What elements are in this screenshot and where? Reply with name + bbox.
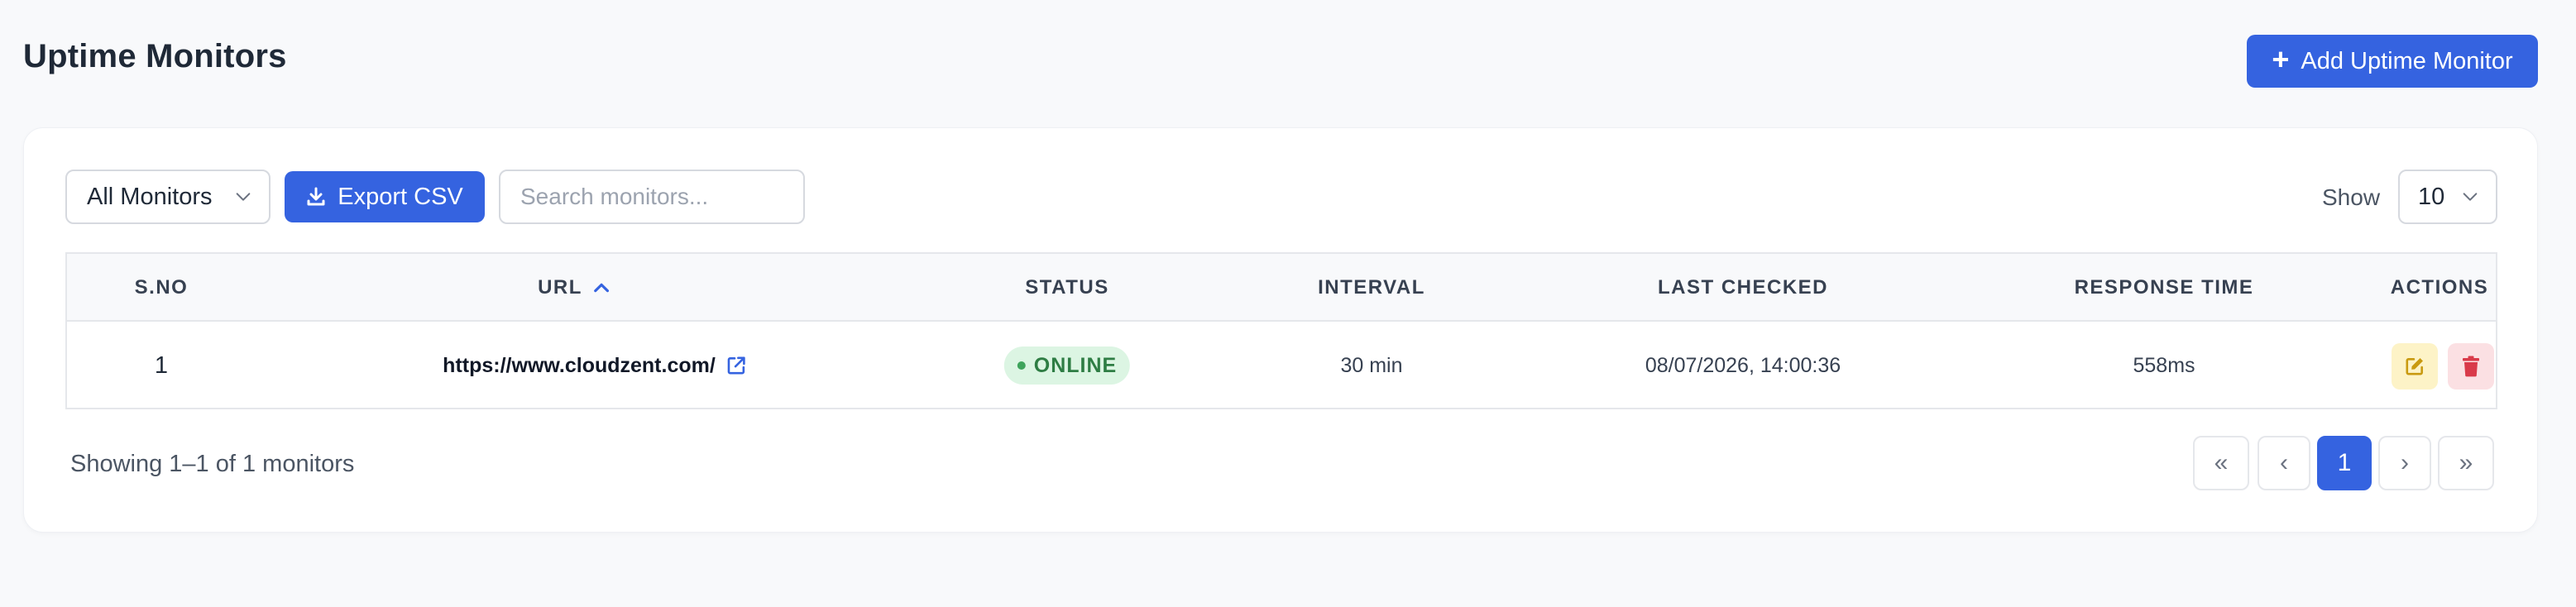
download-icon xyxy=(307,187,325,206)
cell-last-checked: 08/07/2026, 14:00:36 xyxy=(1645,353,1841,377)
column-header-interval: INTERVAL xyxy=(1318,276,1425,299)
search-input[interactable] xyxy=(499,170,805,224)
page-size-select[interactable]: 10 xyxy=(2398,170,2497,224)
cell-response-time: 558ms xyxy=(2133,353,2195,377)
monitor-url-link[interactable]: https://www.cloudzent.com/ xyxy=(443,354,716,378)
cell-status: ONLINE xyxy=(1003,322,1131,409)
monitor-filter-select[interactable]: All Monitors xyxy=(65,170,271,224)
status-dot-icon xyxy=(1017,361,1026,370)
cell-interval: 30 min xyxy=(1340,353,1403,377)
table-row: 1 https://www.cloudzent.com/ ONLINE 30 m… xyxy=(67,322,2496,409)
monitors-table: S.NO URL STATUS INTERVAL LAST CHECKED RE… xyxy=(65,252,2497,409)
previous-page-button[interactable]: ‹ xyxy=(2258,436,2310,490)
add-button-label: Add Uptime Monitor xyxy=(2301,47,2513,74)
chevron-up-icon xyxy=(593,283,609,293)
page-size-value: 10 xyxy=(2418,183,2445,210)
last-page-button[interactable]: » xyxy=(2438,436,2494,490)
column-header-actions: ACTIONS xyxy=(2390,276,2489,299)
export-csv-button[interactable]: Export CSV xyxy=(285,171,485,222)
column-header-status: STATUS xyxy=(1025,276,1109,299)
page-title: Uptime Monitors xyxy=(23,38,287,74)
show-label: Show xyxy=(2322,184,2381,210)
status-badge: ONLINE xyxy=(1003,347,1131,385)
add-uptime-monitor-button[interactable]: + Add Uptime Monitor xyxy=(2247,35,2538,88)
edit-icon xyxy=(2406,358,2423,375)
chevron-down-icon xyxy=(236,193,251,201)
delete-button[interactable] xyxy=(2448,343,2494,390)
chevron-down-icon xyxy=(2463,193,2478,201)
cell-sno: 1 xyxy=(154,351,169,379)
column-header-url[interactable]: URL xyxy=(538,254,610,322)
page-button-current[interactable]: 1 xyxy=(2317,436,2372,490)
monitors-card: All Monitors Export CSV Show 10 S.NO xyxy=(23,127,2538,533)
status-text: ONLINE xyxy=(1033,353,1118,377)
export-label: Export CSV xyxy=(338,183,463,210)
first-page-button[interactable]: « xyxy=(2193,436,2249,490)
column-header-sno: S.NO xyxy=(134,276,189,299)
external-link-icon[interactable] xyxy=(725,355,747,376)
page: Uptime Monitors + Add Uptime Monitor All… xyxy=(0,0,2576,607)
filter-value: All Monitors xyxy=(87,183,213,210)
next-page-button[interactable]: › xyxy=(2378,436,2431,490)
column-header-response-time: RESPONSE TIME xyxy=(2074,276,2254,299)
plus-icon: + xyxy=(2272,42,2290,76)
trash-icon xyxy=(2463,356,2479,377)
cell-url: https://www.cloudzent.com/ xyxy=(443,322,747,409)
column-header-last-checked: LAST CHECKED xyxy=(1657,276,1829,299)
results-summary: Showing 1–1 of 1 monitors xyxy=(70,451,355,477)
edit-button[interactable] xyxy=(2392,343,2438,390)
column-header-url-label: URL xyxy=(538,276,582,299)
table-header: S.NO URL STATUS INTERVAL LAST CHECKED RE… xyxy=(67,254,2496,322)
